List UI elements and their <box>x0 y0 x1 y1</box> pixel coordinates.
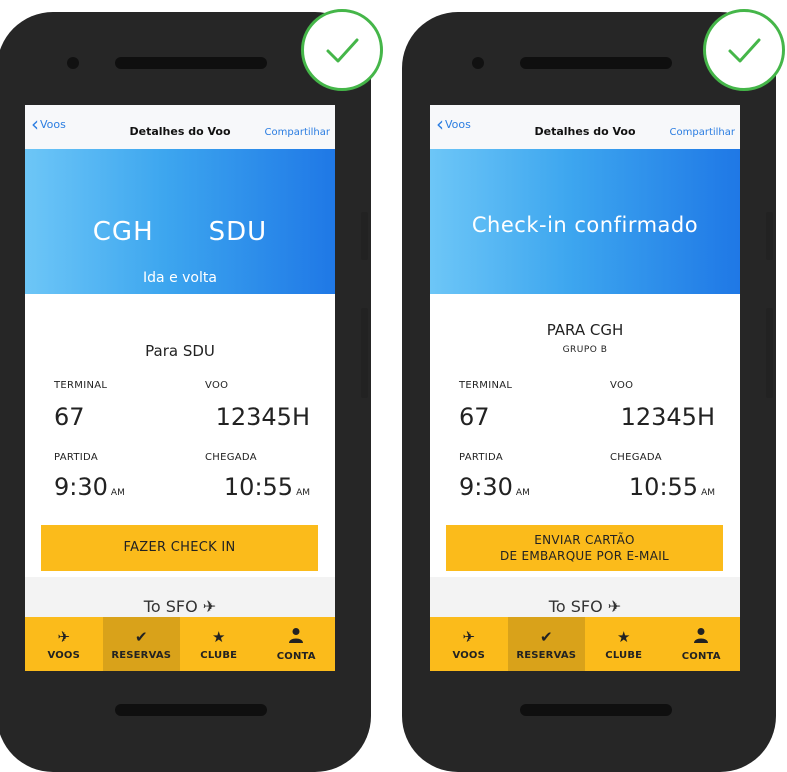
next-flight-label: To SFO ✈ <box>430 597 740 616</box>
flight-value: 12345H <box>620 403 715 431</box>
front-camera <box>67 57 79 69</box>
tab-conta[interactable]: CONTA <box>663 617 741 671</box>
cta-line-2: DE EMBARQUE POR E-MAIL <box>499 549 670 563</box>
arrival-time: 10:55 AM <box>224 473 310 501</box>
flight-label: VOO <box>205 380 229 391</box>
origin-code: CGH <box>92 217 154 247</box>
tab-bar: ✈ VOOS ✔ RESERVAS ★ CLUBE CONTA <box>430 617 740 671</box>
side-button <box>766 308 773 398</box>
tab-clube[interactable]: ★ CLUBE <box>180 617 258 671</box>
speaker <box>520 57 672 69</box>
next-flight-text: To SFO <box>548 597 603 616</box>
tab-label: CONTA <box>681 650 721 662</box>
route-codes: CGH SDU <box>25 217 335 247</box>
side-button <box>361 212 368 260</box>
cta-line-1: ENVIAR CARTÃO <box>534 533 635 547</box>
tab-bar: ✈ VOOS ✔ RESERVAS ★ CLUBE CONTA <box>25 617 335 671</box>
side-button <box>361 308 368 398</box>
nav-bar: ‹ Voos Detalhes do Voo Compartilhar <box>430 105 740 149</box>
bottom-speaker <box>115 704 267 716</box>
checkin-hero: Check-in confirmado <box>430 149 740 294</box>
next-flight-label: To SFO ✈ <box>25 597 335 616</box>
terminal-value: 67 <box>54 403 85 431</box>
phone-1: ‹ Voos Detalhes do Voo Compartilhar CGH … <box>0 12 371 772</box>
tab-conta[interactable]: CONTA <box>258 617 336 671</box>
check-badge-1 <box>301 9 383 91</box>
flight-hero: CGH SDU Ida e volta <box>25 149 335 294</box>
check-icon: ✔ <box>539 627 553 646</box>
tab-label: VOOS <box>47 649 81 661</box>
star-icon: ★ <box>212 627 226 646</box>
tab-label: CLUBE <box>605 649 643 661</box>
departure-time: 9:30 AM <box>54 473 125 501</box>
tab-label: RESERVAS <box>111 649 172 661</box>
terminal-value: 67 <box>459 403 490 431</box>
plane-icon: ✈ <box>202 597 217 616</box>
email-boarding-pass-button[interactable]: ENVIAR CARTÃO DE EMBARQUE POR E-MAIL <box>446 525 723 571</box>
arrival-time-value: 10:55 <box>223 473 294 501</box>
checkin-confirmed-title: Check-in confirmado <box>471 213 699 237</box>
front-camera <box>472 57 484 69</box>
bottom-speaker <box>520 704 672 716</box>
terminal-label: TERMINAL <box>459 380 513 391</box>
arrival-ampm: AM <box>296 488 310 498</box>
arrival-time-value: 10:55 <box>628 473 699 501</box>
screen: ‹ Voos Detalhes do Voo Compartilhar CGH … <box>25 105 335 671</box>
next-flight-text: To SFO <box>143 597 198 616</box>
tab-reservas[interactable]: ✔ RESERVAS <box>102 617 180 671</box>
destination-title: Para SDU <box>145 342 215 360</box>
plane-icon: ✈ <box>607 597 622 616</box>
tab-reservas[interactable]: ✔ RESERVAS <box>507 617 585 671</box>
terminal-label: TERMINAL <box>54 380 108 391</box>
plane-icon: ✈ <box>462 627 476 646</box>
side-button <box>766 212 773 260</box>
tab-label: CONTA <box>276 650 316 662</box>
tab-clube[interactable]: ★ CLUBE <box>585 617 663 671</box>
checkmark-icon <box>728 38 761 63</box>
check-badge-2 <box>703 9 785 91</box>
check-icon: ✔ <box>134 627 148 646</box>
arrival-label: CHEGADA <box>205 452 257 463</box>
departure-label: PARTIDA <box>459 452 503 463</box>
checkmark-icon <box>326 38 359 63</box>
star-icon: ★ <box>617 627 631 646</box>
flight-label: VOO <box>610 380 634 391</box>
departure-time-value: 9:30 <box>54 473 108 501</box>
arrival-ampm: AM <box>701 488 715 498</box>
screen: ‹ Voos Detalhes do Voo Compartilhar Chec… <box>430 105 740 671</box>
tab-label: CLUBE <box>200 649 238 661</box>
nav-bar: ‹ Voos Detalhes do Voo Compartilhar <box>25 105 335 149</box>
departure-label: PARTIDA <box>54 452 98 463</box>
tab-voos[interactable]: ✈ VOOS <box>430 617 508 671</box>
tab-voos[interactable]: ✈ VOOS <box>25 617 103 671</box>
destination-title: PARA CGH <box>546 321 624 339</box>
departure-time: 9:30 AM <box>459 473 530 501</box>
share-button[interactable]: Compartilhar <box>670 127 735 138</box>
share-button[interactable]: Compartilhar <box>265 127 330 138</box>
departure-time-value: 9:30 <box>459 473 513 501</box>
plane-icon: ✈ <box>57 627 71 646</box>
arrival-label: CHEGADA <box>610 452 662 463</box>
person-icon <box>289 627 304 647</box>
destination-code: SDU <box>208 217 268 247</box>
flight-value: 12345H <box>215 403 310 431</box>
tab-label: VOOS <box>452 649 486 661</box>
tab-label: RESERVAS <box>516 649 577 661</box>
checkin-button[interactable]: FAZER CHECK IN <box>41 525 318 571</box>
trip-type: Ida e volta <box>143 270 217 286</box>
boarding-group: GRUPO B <box>562 345 608 355</box>
phone-2: ‹ Voos Detalhes do Voo Compartilhar Chec… <box>402 12 776 772</box>
speaker <box>115 57 267 69</box>
person-icon <box>694 627 709 647</box>
departure-ampm: AM <box>515 488 530 498</box>
departure-ampm: AM <box>110 488 125 498</box>
arrival-time: 10:55 AM <box>629 473 715 501</box>
